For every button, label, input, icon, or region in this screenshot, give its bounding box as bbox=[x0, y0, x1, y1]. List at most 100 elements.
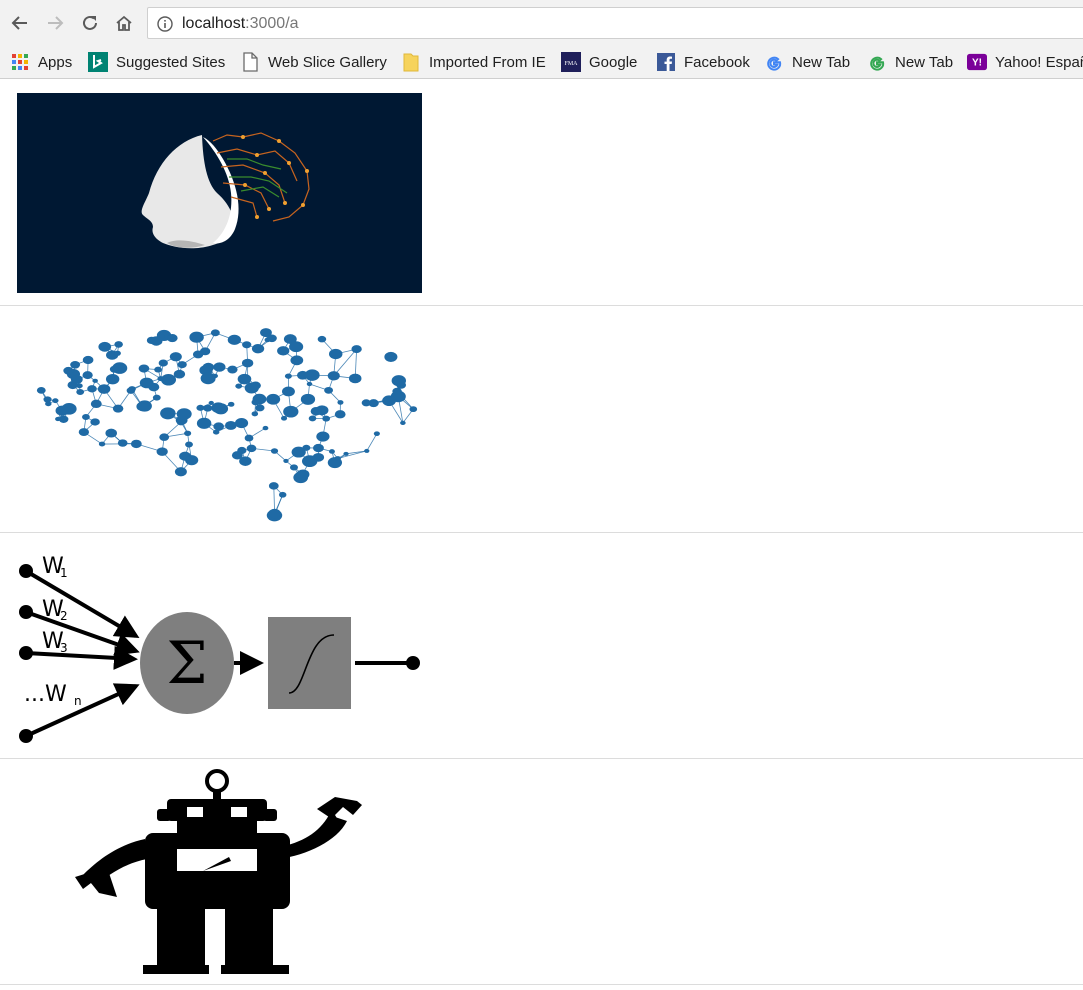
network-node bbox=[227, 334, 242, 345]
network-node bbox=[52, 398, 59, 404]
network-node bbox=[90, 418, 100, 426]
network-node bbox=[213, 422, 225, 431]
network-node bbox=[290, 355, 304, 366]
back-icon[interactable] bbox=[6, 9, 34, 37]
network-node bbox=[266, 393, 281, 405]
network-node bbox=[150, 336, 163, 346]
network-node bbox=[154, 366, 162, 373]
network-node bbox=[139, 377, 154, 389]
url-text: localhost:3000/a bbox=[182, 15, 299, 33]
network-node bbox=[152, 394, 161, 401]
page-icon bbox=[240, 52, 260, 72]
network-node bbox=[231, 451, 243, 460]
facebook-icon bbox=[656, 52, 676, 72]
google-g-icon bbox=[764, 52, 784, 72]
network-node bbox=[296, 469, 310, 480]
image-row bbox=[0, 306, 1083, 533]
network-node bbox=[210, 329, 220, 337]
network-node bbox=[213, 362, 226, 372]
bookmark-apps[interactable]: Apps bbox=[10, 51, 72, 73]
weight-subscript: 2 bbox=[60, 609, 68, 623]
weight-subscript: n bbox=[74, 694, 82, 708]
network-node bbox=[159, 433, 170, 441]
bookmark-facebook[interactable]: Facebook bbox=[656, 51, 750, 73]
network-node bbox=[196, 404, 205, 411]
bookmark-label: New Tab bbox=[792, 53, 851, 71]
bookmarks-bar: Apps Suggested Sites Web Slice Gallery I… bbox=[0, 46, 1083, 79]
network-node bbox=[70, 374, 83, 384]
bookmark-yahoo[interactable]: Y! Yahoo! Español bbox=[967, 51, 1083, 73]
network-node bbox=[310, 407, 322, 416]
forward-icon[interactable] bbox=[41, 9, 69, 37]
network-node bbox=[55, 416, 61, 422]
info-icon[interactable] bbox=[157, 16, 173, 32]
network-node bbox=[112, 404, 124, 413]
network-node bbox=[203, 404, 213, 412]
network-node bbox=[334, 456, 341, 461]
network-node bbox=[98, 341, 112, 352]
network-node bbox=[351, 345, 362, 354]
network-node bbox=[55, 405, 69, 416]
network-node bbox=[167, 334, 178, 343]
network-node bbox=[174, 467, 187, 477]
output-node bbox=[406, 656, 420, 670]
network-node bbox=[138, 364, 150, 373]
network-node bbox=[382, 395, 396, 407]
bookmark-new-tab[interactable]: New Tab bbox=[867, 51, 953, 73]
network-node bbox=[173, 369, 186, 379]
activation-box bbox=[268, 617, 351, 709]
network-node bbox=[208, 400, 214, 405]
network-node bbox=[322, 415, 331, 422]
home-icon[interactable] bbox=[110, 9, 138, 37]
network-node bbox=[242, 341, 252, 349]
network-node bbox=[348, 373, 362, 384]
address-bar[interactable]: localhost:3000/a bbox=[147, 7, 1083, 39]
network-node bbox=[327, 371, 340, 381]
network-node bbox=[192, 350, 204, 359]
weight-label: ...W bbox=[24, 682, 67, 707]
bookmark-suggested-sites[interactable]: Suggested Sites bbox=[88, 51, 225, 73]
network-node bbox=[158, 359, 168, 367]
network-node bbox=[337, 400, 344, 405]
network-node bbox=[324, 386, 334, 394]
bookmark-web-slice-gallery[interactable]: Web Slice Gallery bbox=[240, 51, 387, 73]
network-node bbox=[328, 348, 343, 360]
network-node bbox=[90, 399, 102, 409]
network-node bbox=[130, 439, 142, 449]
network-node bbox=[392, 387, 402, 395]
network-node bbox=[241, 358, 254, 368]
network-node bbox=[225, 420, 237, 430]
bookmark-label: Imported From IE bbox=[429, 53, 546, 71]
reload-icon[interactable] bbox=[76, 9, 104, 37]
network-node bbox=[36, 386, 46, 394]
network-node bbox=[270, 448, 279, 454]
network-node bbox=[63, 366, 74, 375]
network-node bbox=[328, 449, 335, 454]
network-node bbox=[82, 413, 90, 420]
weight-subscript: 1 bbox=[60, 566, 68, 580]
network-node bbox=[227, 401, 235, 407]
network-node bbox=[213, 404, 225, 413]
bookmark-imported-from-ie[interactable]: Imported From IE bbox=[401, 51, 546, 73]
network-node bbox=[391, 375, 406, 387]
fma-icon: FMA bbox=[561, 52, 581, 72]
network-node bbox=[300, 393, 316, 405]
network-node bbox=[364, 448, 370, 453]
network-node bbox=[114, 341, 123, 348]
bookmark-new-tab[interactable]: New Tab bbox=[764, 51, 850, 73]
network-node bbox=[177, 361, 187, 369]
sigma-symbol: Σ bbox=[166, 629, 207, 697]
network-node bbox=[176, 408, 192, 420]
network-node bbox=[92, 378, 98, 383]
network-node bbox=[284, 373, 292, 379]
network-node bbox=[268, 482, 279, 490]
browser-toolbar: localhost:3000/a bbox=[0, 0, 1083, 46]
network-node bbox=[244, 375, 252, 382]
network-node bbox=[400, 420, 406, 426]
bookmark-google[interactable]: FMA Google bbox=[561, 51, 637, 73]
network-node bbox=[109, 365, 119, 373]
network-node bbox=[409, 406, 418, 413]
bing-icon bbox=[88, 52, 108, 72]
network-node bbox=[76, 389, 85, 396]
network-node bbox=[137, 400, 152, 412]
